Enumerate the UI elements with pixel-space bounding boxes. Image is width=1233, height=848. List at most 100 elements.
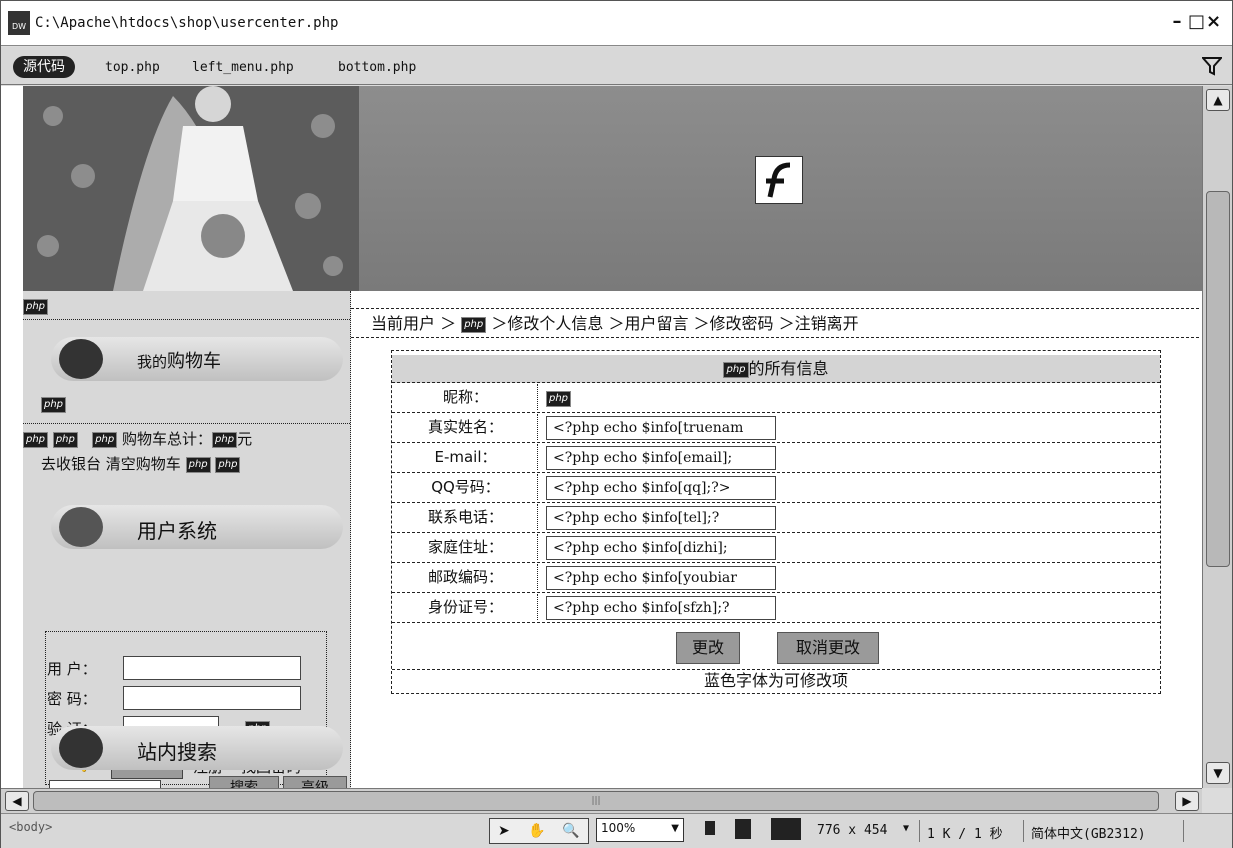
window-size-readout[interactable]: 776 x 454 [817,823,887,838]
php-code-icon[interactable]: php [546,390,572,407]
size-dropdown-icon[interactable]: ▼ [903,823,909,834]
dreamweaver-icon: DW [8,11,30,35]
form-row: 真实姓名： <?php echo $info[truenam [392,413,1160,443]
cart-section-header: 我的购物车 [51,337,343,381]
search-section-header: 站内搜索 [51,726,343,770]
cart-title: 购物车 [167,351,222,372]
checkout-link[interactable]: 去收银台 [41,455,101,473]
zoom-value: 100% [601,821,636,835]
design-view: php 我的购物车 php php php php 购物车总计： php 元 去收银… [1,86,1202,788]
php-code-icon[interactable]: php [23,298,49,315]
left-menu-column: php 我的购物车 php php php php 购物车总计： php 元 去收银… [23,291,351,788]
username-input[interactable] [123,656,301,680]
form-row: E-mail： <?php echo $info[email]; [392,443,1160,473]
currency-label: 元 [237,430,253,448]
dropdown-arrow-icon: ▼ [671,823,679,834]
file-tab-left-menu[interactable]: left_menu.php [192,60,294,75]
email-input[interactable]: <?php echo $info[email]; [546,446,776,470]
php-code-icon[interactable]: php [723,361,749,378]
scroll-down-arrow-icon[interactable]: ▼ [1206,762,1230,784]
document-toolbar: 源代码 top.php left_menu.php bottom.php [1,47,1232,85]
php-code-icon[interactable]: php [212,431,238,448]
file-tab-top[interactable]: top.php [105,60,160,75]
form-row: QQ号码： <?php echo $info[qq];?> [392,473,1160,503]
zoom-select[interactable]: 100% ▼ [596,818,684,842]
tool-group: ➤ ✋ 🔍 [489,818,589,844]
field-label: E-mail： [394,444,538,470]
vertical-scroll-thumb[interactable] [1206,191,1230,567]
editor-window: DW C:\Apache\htdocs\shop\usercenter.php … [0,0,1233,848]
search-icon [59,728,103,768]
clear-cart-link[interactable]: 清空购物车 [106,455,181,473]
file-tab-bottom[interactable]: bottom.php [338,60,416,75]
idcard-input[interactable]: <?php echo $info[sfzh];? [546,596,776,620]
password-input[interactable] [123,686,301,710]
php-code-icon[interactable]: php [185,456,211,473]
scroll-up-arrow-icon[interactable]: ▲ [1206,89,1230,111]
phone-size-icon[interactable] [705,821,715,835]
tel-input[interactable]: <?php echo $info[tel];? [546,506,776,530]
truename-input[interactable]: <?php echo $info[truenam [546,416,776,440]
cart-total-label: 购物车总计： [122,430,213,448]
vertical-scrollbar[interactable]: ▲ ▼ [1202,86,1232,788]
php-code-icon[interactable]: php [52,431,78,448]
user-avatar-icon [59,507,103,547]
cart-title-prefix: 我的 [137,353,168,371]
horizontal-scroll-thumb[interactable]: ||| [33,791,1159,811]
current-user-label: 当前用户 ＞ [371,314,457,333]
breadcrumb: 当前用户 ＞ php ＞修改个人信息 ＞用户留言 ＞修改密码 ＞注销离开 [351,308,1199,338]
maximize-button[interactable]: □ [1188,11,1206,32]
php-code-icon[interactable]: php [215,456,241,473]
horizontal-scrollbar[interactable]: ◀ ||| ▶ [1,788,1202,813]
info-table-header: php 的所有信息 [392,355,1160,383]
download-size-readout: 1 K / 1 秒 [927,827,1003,842]
php-code-icon[interactable]: php [41,396,67,413]
field-label: 家庭住址： [394,534,538,560]
php-code-icon[interactable]: php [23,431,49,448]
cancel-change-button[interactable]: 取消更改 [777,632,879,664]
editable-note: 蓝色字体为可修改项 [392,669,1160,692]
address-input[interactable]: <?php echo $info[dizhi]; [546,536,776,560]
site-search-input[interactable] [49,780,161,788]
field-label: 真实姓名： [394,414,538,440]
source-code-tab[interactable]: 源代码 [13,56,75,78]
user-system-title: 用户系统 [137,519,217,543]
php-code-icon[interactable]: php [92,431,118,448]
minimize-button[interactable]: – [1170,11,1188,32]
tablet-size-icon[interactable] [735,819,751,839]
info-header-title: 的所有信息 [748,359,829,378]
form-row: 邮政编码： <?php echo $info[youbiar [392,563,1160,593]
hand-tool-icon[interactable]: ✋ [528,823,545,839]
user-message-link[interactable]: ＞用户留言 [608,314,688,333]
pointer-tool-icon[interactable]: ➤ [498,823,510,839]
scroll-left-arrow-icon[interactable]: ◀ [5,791,29,811]
edit-profile-link[interactable]: ＞修改个人信息 [491,314,603,333]
field-label: 身份证号： [394,594,538,620]
field-label: 联系电话： [394,504,538,530]
filter-icon[interactable] [1202,56,1222,76]
flash-placeholder-icon[interactable] [755,156,803,204]
user-section-header: 用户系统 [51,505,343,549]
scroll-right-arrow-icon[interactable]: ▶ [1175,791,1199,811]
change-password-link[interactable]: ＞修改密码 [694,314,774,333]
form-row: 家庭住址： <?php echo $info[dizhi]; [392,533,1160,563]
cart-icon [59,339,103,379]
nickname-label: 昵称： [394,384,538,410]
status-bar: <body> ➤ ✋ 🔍 100% ▼ 776 x 454 ▼ 1 K / 1 秒… [1,813,1232,848]
window-title: C:\Apache\htdocs\shop\usercenter.php [35,15,339,31]
bride-image [23,86,359,291]
encoding-readout: 简体中文(GB2312) [1031,827,1146,842]
tag-selector[interactable]: <body> [9,820,52,834]
desktop-size-icon[interactable] [771,818,801,840]
user-info-table: php 的所有信息 昵称： php 真实姓名： <?php echo $info[t… [391,350,1161,694]
close-button[interactable]: × [1206,11,1224,32]
zipcode-input[interactable]: <?php echo $info[youbiar [546,566,776,590]
cart-actions-row: 去收银台 清空购物车 php php [41,453,241,474]
zoom-tool-icon[interactable]: 🔍 [562,823,579,839]
change-button[interactable]: 更改 [676,632,740,664]
logout-link[interactable]: ＞注销离开 [779,314,859,333]
php-code-icon[interactable]: php [461,316,487,333]
qq-input[interactable]: <?php echo $info[qq];?> [546,476,776,500]
advanced-search-button[interactable]: 高级 [283,776,347,788]
search-button[interactable]: 搜索 [209,776,279,788]
